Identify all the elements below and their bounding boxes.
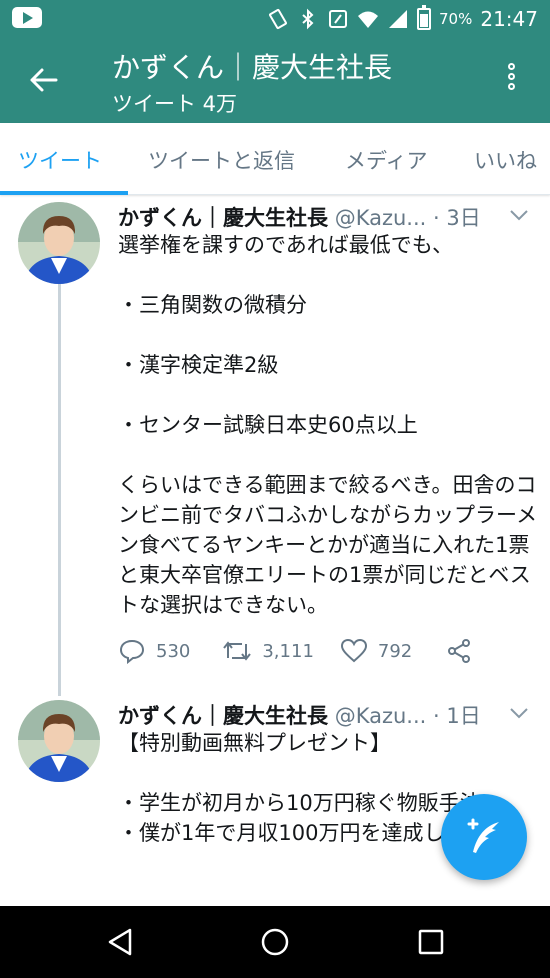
- signal-icon: [389, 10, 408, 28]
- compose-quill-icon: [467, 818, 499, 853]
- tweet-author-handle[interactable]: @Kazu...: [335, 704, 427, 728]
- youtube-notification-icon: [12, 7, 42, 28]
- vibrate-icon: [269, 8, 287, 30]
- more-options-icon[interactable]: [496, 60, 526, 102]
- compose-tweet-button[interactable]: [441, 794, 527, 880]
- wifi-icon: [358, 11, 379, 28]
- like-button[interactable]: 792: [340, 638, 412, 664]
- tweet-author-name[interactable]: かずくん｜慶大生社長: [118, 704, 328, 728]
- status-bar: 70% 21:47: [0, 0, 550, 38]
- thread-line: [58, 280, 61, 696]
- retweet-count: 3,111: [262, 640, 314, 662]
- tab-tweets-and-replies[interactable]: ツイートと返信: [148, 145, 295, 175]
- share-icon: [448, 639, 471, 663]
- bluetooth-icon: [302, 8, 314, 30]
- back-triangle-icon[interactable]: [104, 926, 136, 958]
- nfc-icon: [329, 10, 348, 28]
- battery-percent: 70%: [439, 10, 473, 28]
- chevron-down-icon[interactable]: [508, 208, 530, 222]
- tweet-timestamp: · 3日: [433, 206, 481, 230]
- tweet-count: ツイート 4万: [112, 92, 238, 116]
- heart-icon: [340, 638, 367, 663]
- tab-tweets[interactable]: ツイート: [18, 145, 102, 175]
- battery-icon: [417, 5, 432, 30]
- chevron-down-icon[interactable]: [508, 706, 530, 720]
- clock: 21:47: [480, 7, 538, 31]
- tweet-author-handle[interactable]: @Kazu...: [335, 206, 427, 230]
- retweet-button[interactable]: 3,111: [222, 638, 314, 664]
- system-navigation-bar: [0, 906, 550, 978]
- home-circle-icon[interactable]: [259, 926, 291, 958]
- back-arrow-icon[interactable]: [24, 60, 64, 100]
- profile-title: かずくん｜慶大生社長: [112, 51, 393, 84]
- avatar[interactable]: [18, 700, 100, 782]
- tweet-author-name[interactable]: かずくん｜慶大生社長: [118, 206, 328, 230]
- reply-count: 530: [156, 640, 191, 662]
- active-tab-indicator: [0, 191, 128, 195]
- share-button[interactable]: [446, 638, 472, 664]
- avatar[interactable]: [18, 202, 100, 284]
- reply-button[interactable]: 530: [118, 638, 190, 664]
- tab-media[interactable]: メディア: [345, 145, 428, 175]
- recents-square-icon[interactable]: [415, 926, 447, 958]
- profile-tabs: ツイート ツイートと返信 メディア いいね: [0, 123, 550, 195]
- reply-icon: [119, 639, 145, 664]
- tweet-text: 選挙権を課すのであれば最低でも、 ・三角関数の微積分 ・漢字検定準2級 ・センタ…: [118, 233, 538, 617]
- retweet-icon: [223, 641, 252, 661]
- tweet-timestamp: · 1日: [433, 704, 481, 728]
- tab-likes[interactable]: いいね: [474, 145, 537, 175]
- app-bar: かずくん｜慶大生社長 ツイート 4万: [0, 38, 550, 123]
- like-count: 792: [377, 640, 413, 662]
